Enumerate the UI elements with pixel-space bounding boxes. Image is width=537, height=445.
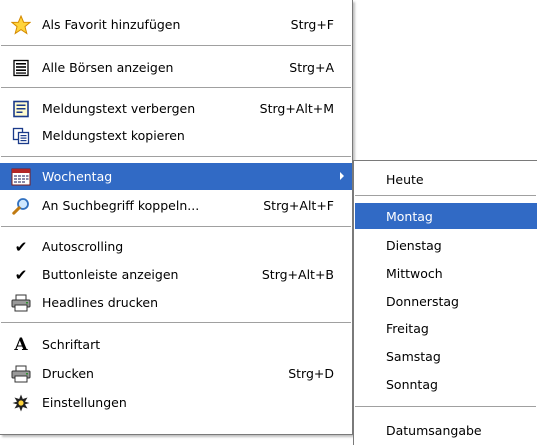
submenu-item-sunday[interactable]: Sonntag xyxy=(355,371,537,397)
hide-text-icon xyxy=(11,99,31,119)
printer-icon xyxy=(11,293,31,313)
submenu-item-wednesday[interactable]: Mittwoch xyxy=(355,260,537,286)
submenu-arrow-icon xyxy=(340,172,344,180)
menu-item-label: Wochentag xyxy=(42,169,113,184)
menu-separator xyxy=(1,87,351,88)
magnifier-icon xyxy=(11,196,31,216)
menu-item-show-button-bar[interactable]: ✔ Buttonleiste anzeigen Strg+Alt+B xyxy=(0,261,352,288)
menu-item-label: Meldungstext verbergen xyxy=(42,101,196,116)
submenu-item-label: Freitag xyxy=(386,320,429,336)
submenu-item-label: Montag xyxy=(386,208,433,224)
menu-item-label: Schriftart xyxy=(42,337,101,352)
submenu-item-label: Heute xyxy=(386,171,424,187)
submenu-item-saturday[interactable]: Samstag xyxy=(355,343,537,369)
menu-item-shortcut: Strg+A xyxy=(289,60,334,75)
menu-item-weekday[interactable]: Wochentag xyxy=(0,163,352,190)
menu-item-shortcut: Strg+D xyxy=(288,366,334,381)
menu-item-print-headlines[interactable]: Headlines drucken xyxy=(0,289,352,316)
submenu-item-label: Datumsangabe xyxy=(386,422,482,438)
settings-gear-icon xyxy=(11,393,31,413)
menu-item-label: Meldungstext kopieren xyxy=(42,128,185,143)
submenu-item-tuesday[interactable]: Dienstag xyxy=(355,232,537,258)
menu-item-copy-message-text[interactable]: Meldungstext kopieren xyxy=(0,122,352,149)
menu-item-font[interactable]: A Schriftart xyxy=(0,331,352,358)
checkmark-icon: ✔ xyxy=(14,266,28,284)
submenu-item-date-input[interactable]: Datumsangabe xyxy=(355,417,537,443)
menu-item-label: Headlines drucken xyxy=(42,295,159,310)
menu-separator xyxy=(1,226,351,227)
submenu-item-label: Samstag xyxy=(386,348,441,364)
menu-item-print[interactable]: Drucken Strg+D xyxy=(0,360,352,387)
submenu-item-label: Dienstag xyxy=(386,237,442,253)
menu-separator xyxy=(1,156,351,157)
submenu-item-label: Donnerstag xyxy=(386,293,459,309)
menu-item-hide-message-text[interactable]: Meldungstext verbergen Strg+Alt+M xyxy=(0,95,352,122)
menu-item-link-search-term[interactable]: An Suchbegriff koppeln... Strg+Alt+F xyxy=(0,192,352,219)
menu-item-settings[interactable]: Einstellungen xyxy=(0,389,352,416)
menu-item-label: Drucken xyxy=(42,366,94,381)
menu-separator xyxy=(355,406,536,407)
menu-item-label: Als Favorit hinzufügen xyxy=(42,17,181,32)
menu-item-shortcut: Strg+F xyxy=(290,17,334,32)
menu-item-shortcut: Strg+Alt+F xyxy=(263,198,334,213)
submenu-item-thursday[interactable]: Donnerstag xyxy=(355,288,537,314)
menu-separator xyxy=(1,322,351,323)
submenu-item-label: Sonntag xyxy=(386,376,438,392)
star-icon xyxy=(11,15,31,35)
submenu-item-monday[interactable]: Montag xyxy=(355,203,537,229)
copy-icon xyxy=(11,126,31,146)
menu-item-shortcut: Strg+Alt+B xyxy=(261,267,334,282)
menu-item-label: An Suchbegriff koppeln... xyxy=(42,198,200,213)
menu-item-label: Autoscrolling xyxy=(42,239,124,254)
context-menu: Als Favorit hinzufügen Strg+F Alle Börse… xyxy=(0,0,353,435)
weekday-submenu: Heute Montag Dienstag Mittwoch Donnersta… xyxy=(353,160,537,445)
font-icon: A xyxy=(14,335,28,355)
menu-item-shortcut: Strg+Alt+M xyxy=(259,101,334,116)
menu-item-label: Einstellungen xyxy=(42,395,127,410)
menu-separator xyxy=(1,45,351,46)
checkmark-icon: ✔ xyxy=(14,238,28,256)
submenu-item-friday[interactable]: Freitag xyxy=(355,315,537,341)
list-document-icon xyxy=(11,58,31,78)
menu-item-label: Alle Börsen anzeigen xyxy=(42,60,174,75)
menu-item-show-all-exchanges[interactable]: Alle Börsen anzeigen Strg+A xyxy=(0,54,352,81)
submenu-item-today[interactable]: Heute xyxy=(355,166,537,192)
menu-item-add-favorite[interactable]: Als Favorit hinzufügen Strg+F xyxy=(0,11,352,38)
menu-separator xyxy=(355,195,536,196)
calendar-icon xyxy=(11,167,31,187)
printer-icon xyxy=(11,364,31,384)
submenu-item-label: Mittwoch xyxy=(386,265,443,281)
menu-item-label: Buttonleiste anzeigen xyxy=(42,267,179,282)
menu-item-autoscrolling[interactable]: ✔ Autoscrolling xyxy=(0,233,352,260)
